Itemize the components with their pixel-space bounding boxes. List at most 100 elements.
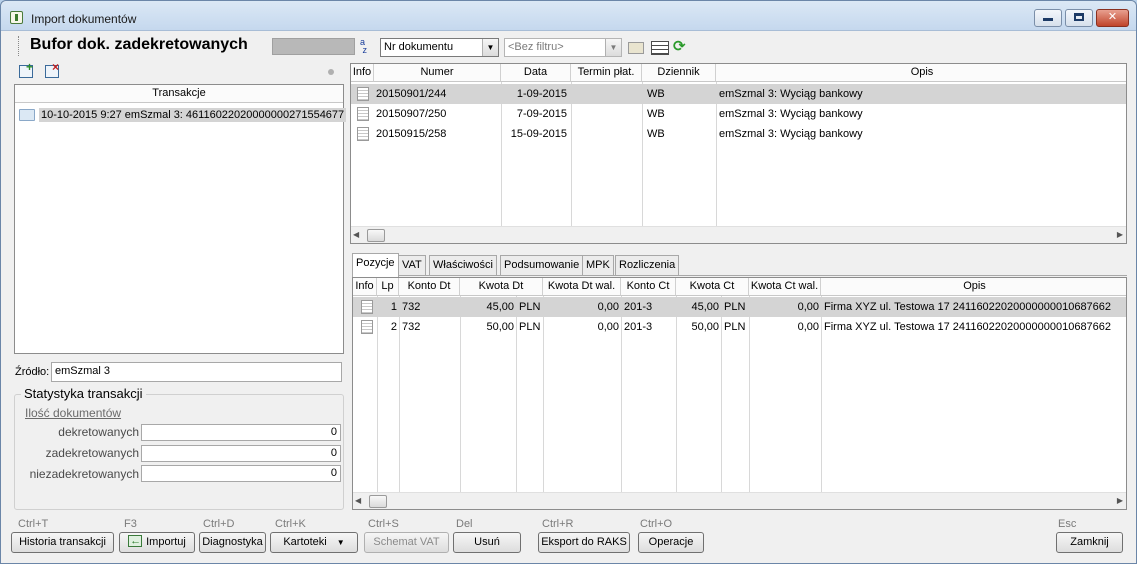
delete-transaction-icon[interactable] <box>44 60 60 78</box>
col-header-data[interactable]: Data <box>501 64 571 82</box>
col-header-opis[interactable]: Opis <box>821 278 1126 296</box>
folder-icon[interactable] <box>626 38 644 55</box>
historia-transakcji-button[interactable]: Historia transakcji <box>11 532 114 553</box>
position-opis: Firma XYZ ul. Testowa 17 241160220200000… <box>824 321 1112 333</box>
scroll-right-icon[interactable]: ▶ <box>1117 230 1123 239</box>
tab-mpk[interactable]: MPK <box>582 255 614 275</box>
col-header-lp[interactable]: Lp <box>377 278 399 296</box>
col-header-termin[interactable]: Termin płat. <box>571 64 642 82</box>
document-row[interactable]: 20150901/244 1-09-2015 WB emSzmal 3: Wyc… <box>351 84 1126 104</box>
col-header-kwota-ct[interactable]: Kwota Ct <box>676 278 749 296</box>
position-konto-dt: 732 <box>402 321 421 333</box>
tab-wlasciwosci[interactable]: Właściwości <box>429 255 497 275</box>
maximize-button[interactable] <box>1065 9 1093 27</box>
document-numer: 20150901/244 <box>376 88 447 100</box>
col-header-dziennik[interactable]: Dziennik <box>642 64 716 82</box>
shortcut-historia: Ctrl+T <box>18 518 49 530</box>
tab-rozliczenia[interactable]: Rozliczenia <box>615 255 680 275</box>
grid-view-icon[interactable] <box>650 38 669 55</box>
document-termin <box>571 84 642 104</box>
col-header-konto-ct[interactable]: Konto Ct <box>621 278 676 296</box>
diagnostyka-button[interactable]: Diagnostyka <box>199 532 266 553</box>
position-row[interactable]: 1 732 45,00 PLN 0,00 201-3 45,00 PLN 0,0… <box>353 297 1126 317</box>
pin-icon[interactable] <box>328 69 334 75</box>
filter-select[interactable]: <Bez filtru> ▼ <box>504 38 622 57</box>
importuj-label: Importuj <box>146 536 186 548</box>
documents-grid[interactable]: Info Numer Data Termin płat. Dziennik Op… <box>350 63 1127 244</box>
sort-az-icon[interactable]: a z <box>360 38 367 55</box>
shortcut-diagnostyka: Ctrl+D <box>203 518 235 530</box>
position-row[interactable]: 2 732 50,00 PLN 0,00 201-3 50,00 PLN 0,0… <box>353 317 1126 337</box>
col-header-info[interactable]: Info <box>353 278 377 296</box>
position-lp: 1 <box>390 301 397 313</box>
stat-label-dekretowanych: dekretowanych <box>58 425 139 439</box>
refresh-icon[interactable]: ⟳ <box>673 38 691 55</box>
col-header-numer[interactable]: Numer <box>374 64 501 82</box>
col-header-kwota-ct-wal[interactable]: Kwota Ct wal. <box>749 278 821 296</box>
documents-hscrollbar[interactable]: ◀ ▶ <box>351 226 1126 243</box>
source-field[interactable]: emSzmal 3 <box>51 362 342 382</box>
position-konto-ct: 201-3 <box>624 301 653 313</box>
import-icon <box>128 532 143 551</box>
col-header-konto-dt[interactable]: Konto Dt <box>399 278 460 296</box>
sort-field-select[interactable]: Nr dokumentu ▼ <box>380 38 499 57</box>
scroll-right-icon[interactable]: ▶ <box>1117 496 1123 505</box>
stat-value-zadekretowanych: 0 <box>141 445 341 462</box>
shortcut-kartoteki: Ctrl+K <box>275 518 306 530</box>
kartoteki-button[interactable]: Kartoteki ▼ <box>270 532 358 553</box>
docs-count-link[interactable]: Ilość dokumentów <box>25 406 121 420</box>
position-kwota-ct: 50,00 <box>691 321 719 333</box>
position-info-icon <box>361 320 373 334</box>
window-title: Import dokumentów <box>31 12 137 26</box>
sort-field-value: Nr dokumentu <box>384 41 454 53</box>
buffer-title: Bufor dok. zadekretowanych <box>30 36 248 53</box>
transactions-tree[interactable]: Transakcje 10-10-2015 9:27 emSzmal 3: 46… <box>14 84 347 354</box>
close-icon: ✕ <box>1107 11 1118 23</box>
scroll-left-icon[interactable]: ◀ <box>353 230 359 239</box>
shortcut-schemat-vat: Ctrl+S <box>368 518 399 530</box>
maximize-icon <box>1074 13 1084 21</box>
tab-podsumowanie[interactable]: Podsumowanie <box>500 255 584 275</box>
add-transaction-icon[interactable] <box>18 60 34 78</box>
scroll-thumb[interactable] <box>367 229 385 242</box>
tree-item[interactable]: 10-10-2015 9:27 emSzmal 3: 4611602202000… <box>19 107 347 123</box>
zamknij-button[interactable]: Zamknij <box>1056 532 1123 553</box>
document-dziennik: WB <box>647 128 665 140</box>
stat-label-niezadekretowanych: niezadekretowanych <box>29 467 139 481</box>
status-field <box>272 38 355 55</box>
col-header-kwota-dt-wal[interactable]: Kwota Dt wal. <box>543 278 621 296</box>
position-konto-ct: 201-3 <box>624 321 653 333</box>
importuj-button[interactable]: Importuj <box>119 532 195 553</box>
operacje-button[interactable]: Operacje <box>638 532 704 553</box>
schemat-vat-button[interactable]: Schemat VAT <box>364 532 449 553</box>
document-row[interactable]: 20150915/258 15-09-2015 WB emSzmal 3: Wy… <box>351 124 1126 144</box>
position-opis: Firma XYZ ul. Testowa 17 241160220200000… <box>824 301 1112 313</box>
position-info-icon <box>361 300 373 314</box>
col-header-kwota-dt[interactable]: Kwota Dt <box>460 278 543 296</box>
tab-pozycje[interactable]: Pozycje <box>352 253 399 277</box>
tab-vat[interactable]: VAT <box>398 255 426 275</box>
document-opis: emSzmal 3: Wyciąg bankowy <box>719 108 863 120</box>
scroll-left-icon[interactable]: ◀ <box>355 496 361 505</box>
document-data: 7-09-2015 <box>516 108 567 120</box>
usun-button[interactable]: Usuń <box>453 532 521 553</box>
position-waluta-dt: PLN <box>519 321 541 333</box>
col-header-info[interactable]: Info <box>351 64 374 82</box>
title-bar: Import dokumentów ✕ <box>1 1 1136 31</box>
stat-value-niezadekretowanych: 0 <box>141 465 341 482</box>
minimize-button[interactable] <box>1034 9 1062 27</box>
positions-grid[interactable]: Info Lp Konto Dt Kwota Dt Kwota Dt wal. … <box>352 277 1127 510</box>
shortcut-usun: Del <box>456 518 473 530</box>
chevron-down-icon[interactable]: ▼ <box>482 39 498 56</box>
document-row[interactable]: 20150907/250 7-09-2015 WB emSzmal 3: Wyc… <box>351 104 1126 124</box>
col-header-opis[interactable]: Opis <box>716 64 1126 82</box>
toolbar-grip[interactable] <box>18 36 21 56</box>
document-termin <box>571 124 642 144</box>
position-konto-dt: 732 <box>402 301 421 313</box>
close-window-button[interactable]: ✕ <box>1096 9 1129 27</box>
eksport-raks-button[interactable]: Eksport do RAKS <box>538 532 630 553</box>
positions-hscrollbar[interactable]: ◀ ▶ <box>353 492 1126 509</box>
position-waluta-dt: PLN <box>519 301 541 313</box>
scroll-thumb[interactable] <box>369 495 387 508</box>
chevron-down-icon[interactable]: ▼ <box>605 39 621 56</box>
